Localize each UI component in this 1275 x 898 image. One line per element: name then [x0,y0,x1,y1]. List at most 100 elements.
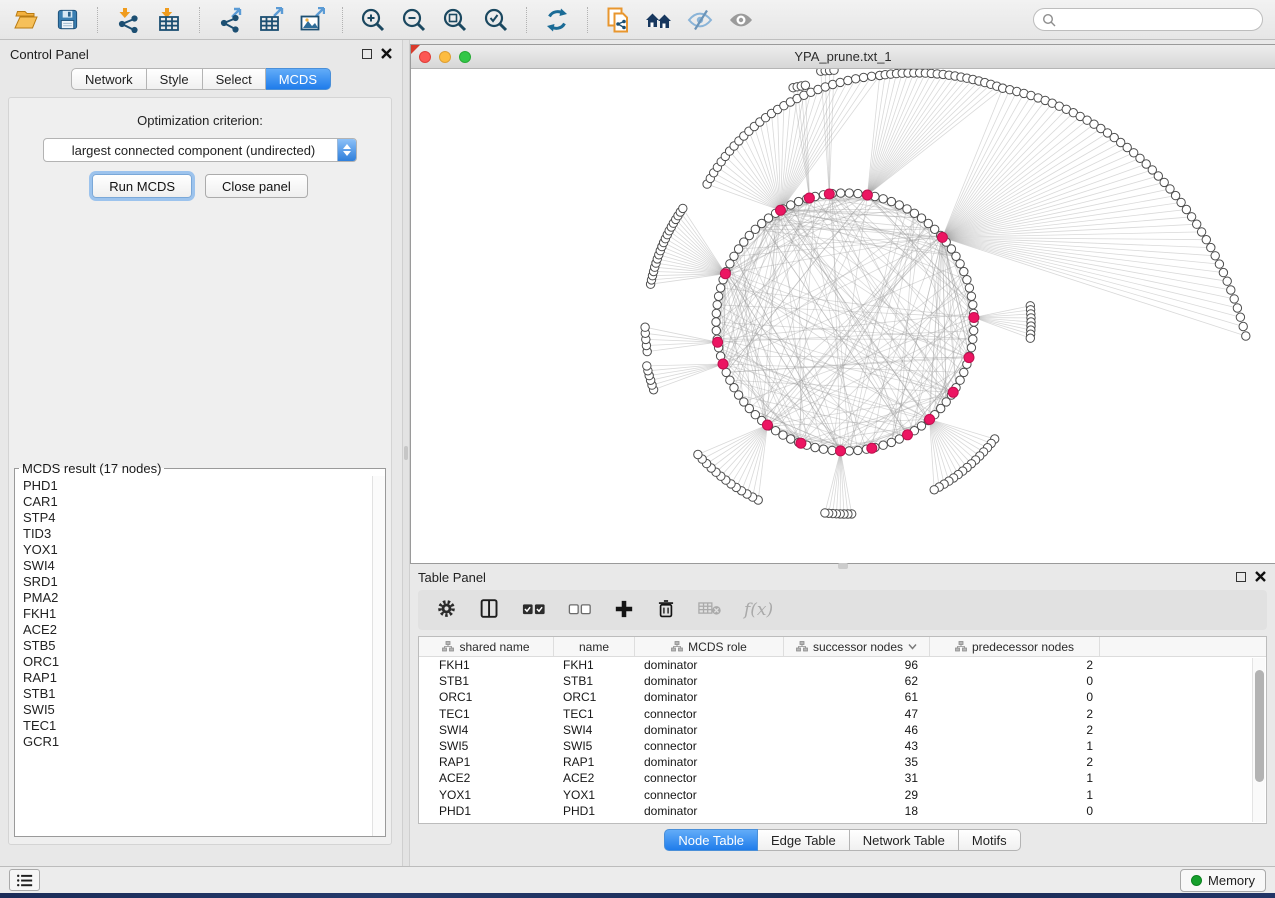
list-item[interactable]: STP4 [23,510,372,526]
table-row[interactable]: SWI5SWI5connector431 [419,738,1252,754]
tab-mcds[interactable]: MCDS [266,68,331,90]
table-row[interactable]: ORC1ORC1dominator610 [419,689,1252,705]
tab-style[interactable]: Style [147,68,203,90]
duplicate-network-icon [605,7,631,33]
tab-network[interactable]: Network [71,68,147,90]
show-panels-button[interactable] [9,869,40,891]
select-all-button[interactable] [522,600,546,621]
search-icon [1042,13,1056,27]
list-item[interactable]: PMA2 [23,590,372,606]
close-panel-button[interactable]: Close panel [205,174,308,198]
table-row[interactable]: SWI4SWI4dominator462 [419,722,1252,738]
search-field[interactable] [1033,8,1263,31]
splitter-grip[interactable] [404,446,408,460]
show-all-button[interactable] [727,6,755,34]
close-table-panel-icon[interactable] [1255,571,1266,583]
list-item[interactable]: CAR1 [23,494,372,510]
toolbar-separator [199,7,200,33]
horizontal-splitter-grip[interactable] [838,563,848,569]
apply-layout-button[interactable] [543,6,571,34]
network-graph[interactable] [411,69,1274,563]
deselect-all-button[interactable] [568,600,592,621]
import-table-button[interactable] [155,6,183,34]
table-row[interactable]: FKH1FKH1dominator962 [419,657,1252,673]
zoom-out-button[interactable] [400,6,428,34]
table-row[interactable]: YOX1YOX1connector291 [419,787,1252,803]
mcds-list-scrollbar[interactable] [372,476,385,836]
memory-status-icon [1191,875,1202,886]
table-row[interactable]: ACE2ACE2connector311 [419,770,1252,786]
list-item[interactable]: GCR1 [23,734,372,750]
open-file-button[interactable] [12,6,40,34]
list-item[interactable]: STB1 [23,686,372,702]
import-network-button[interactable] [114,6,142,34]
float-table-panel-icon[interactable] [1236,572,1246,582]
gear-icon [436,598,457,619]
add-column-button[interactable] [614,599,634,622]
first-neighbors-button[interactable] [645,6,673,34]
eye-slash-icon [687,7,713,33]
table-row[interactable]: PHD1PHD1dominator180 [419,803,1252,819]
list-item[interactable]: PHD1 [23,478,372,494]
close-panel-icon[interactable] [381,48,392,60]
zoom-selected-button[interactable] [482,6,510,34]
list-item[interactable]: SWI5 [23,702,372,718]
list-item[interactable]: YOX1 [23,542,372,558]
sort-chevron-icon[interactable] [908,643,917,650]
tab-node-table[interactable]: Node Table [664,829,758,851]
list-item[interactable]: SRD1 [23,574,372,590]
show-columns-button[interactable] [479,598,500,622]
zoom-in-button[interactable] [359,6,387,34]
duplicate-network-button[interactable] [604,6,632,34]
tab-motifs[interactable]: Motifs [959,829,1021,851]
table-row[interactable]: STB1STB1dominator620 [419,673,1252,689]
zoom-fit-button[interactable] [441,6,469,34]
table-scrollbar-thumb[interactable] [1255,670,1264,782]
mcds-result-group: MCDS result (17 nodes) PHD1CAR1STP4TID3Y… [14,461,386,837]
run-mcds-button[interactable]: Run MCDS [92,174,192,198]
criterion-dropdown[interactable]: largest connected component (undirected) [43,138,357,162]
list-item[interactable]: TID3 [23,526,372,542]
mcds-result-list[interactable]: PHD1CAR1STP4TID3YOX1SWI4SRD1PMA2FKH1ACE2… [15,476,372,836]
zoom-selected-icon [483,7,509,33]
network-window: YPA_prune.txt_1 [410,44,1275,564]
delete-table-icon [698,600,722,617]
function-builder-icon[interactable]: f(x) [744,600,773,620]
export-network-button[interactable] [216,6,244,34]
export-image-button[interactable] [298,6,326,34]
tab-edge-table[interactable]: Edge Table [758,829,850,851]
list-item[interactable]: FKH1 [23,606,372,622]
delete-column-button[interactable] [656,598,676,622]
tab-network-table[interactable]: Network Table [850,829,959,851]
list-item[interactable]: STB5 [23,638,372,654]
table-toolbar: f(x) [418,590,1267,630]
network-window-titlebar[interactable]: YPA_prune.txt_1 [411,45,1275,69]
search-input[interactable] [1061,13,1254,27]
import-table-icon [156,7,182,33]
column-header-successor-nodes[interactable]: successor nodes [784,637,930,656]
list-item[interactable]: ACE2 [23,622,372,638]
list-item[interactable]: TEC1 [23,718,372,734]
memory-button[interactable]: Memory [1180,869,1266,892]
table-settings-button[interactable] [436,598,457,622]
export-table-button[interactable] [257,6,285,34]
float-panel-icon[interactable] [362,49,372,59]
zoom-fit-icon [442,7,468,33]
hide-selected-button[interactable] [686,6,714,34]
table-row[interactable]: TEC1TEC1connector472 [419,706,1252,722]
column-header-shared-name[interactable]: shared name [419,637,554,656]
table-row[interactable]: RAP1RAP1dominator352 [419,754,1252,770]
table-scrollbar[interactable] [1252,658,1265,822]
mcds-result-title: MCDS result (17 nodes) [19,461,164,476]
column-header-mcds-role[interactable]: MCDS role [635,637,784,656]
vertical-splitter[interactable] [402,40,410,866]
column-header-name[interactable]: name [554,637,635,656]
tab-select[interactable]: Select [203,68,266,90]
delete-table-button[interactable] [698,600,722,620]
list-item[interactable]: SWI4 [23,558,372,574]
column-header-predecessor-nodes[interactable]: predecessor nodes [930,637,1100,656]
trash-icon [656,598,676,619]
list-item[interactable]: RAP1 [23,670,372,686]
list-item[interactable]: ORC1 [23,654,372,670]
save-session-button[interactable] [53,6,81,34]
